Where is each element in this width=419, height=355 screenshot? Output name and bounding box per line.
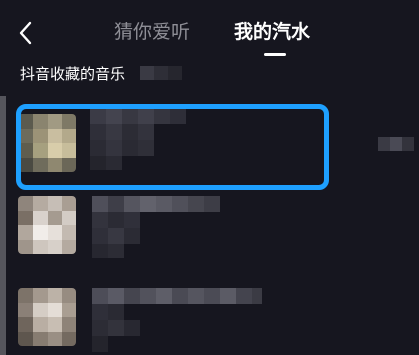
song-row[interactable]	[6, 190, 419, 276]
row-action-blurred[interactable]	[378, 137, 414, 151]
chevron-left-icon	[19, 21, 32, 45]
tab-my-soda[interactable]: 我的汽水	[234, 20, 310, 44]
song-row[interactable]	[6, 282, 419, 355]
screen: 猜你爱听 我的汽水 抖音收藏的音乐	[0, 0, 419, 355]
active-tab-indicator	[264, 53, 286, 56]
song-row[interactable]	[6, 104, 419, 184]
album-cover	[18, 114, 76, 172]
album-cover	[18, 288, 76, 346]
tab-guess-you-like[interactable]: 猜你爱听	[114, 20, 190, 44]
section-title: 抖音收藏的音乐	[20, 65, 126, 83]
album-cover	[18, 196, 76, 254]
blurred-count	[140, 62, 184, 82]
back-button[interactable]	[14, 18, 40, 48]
